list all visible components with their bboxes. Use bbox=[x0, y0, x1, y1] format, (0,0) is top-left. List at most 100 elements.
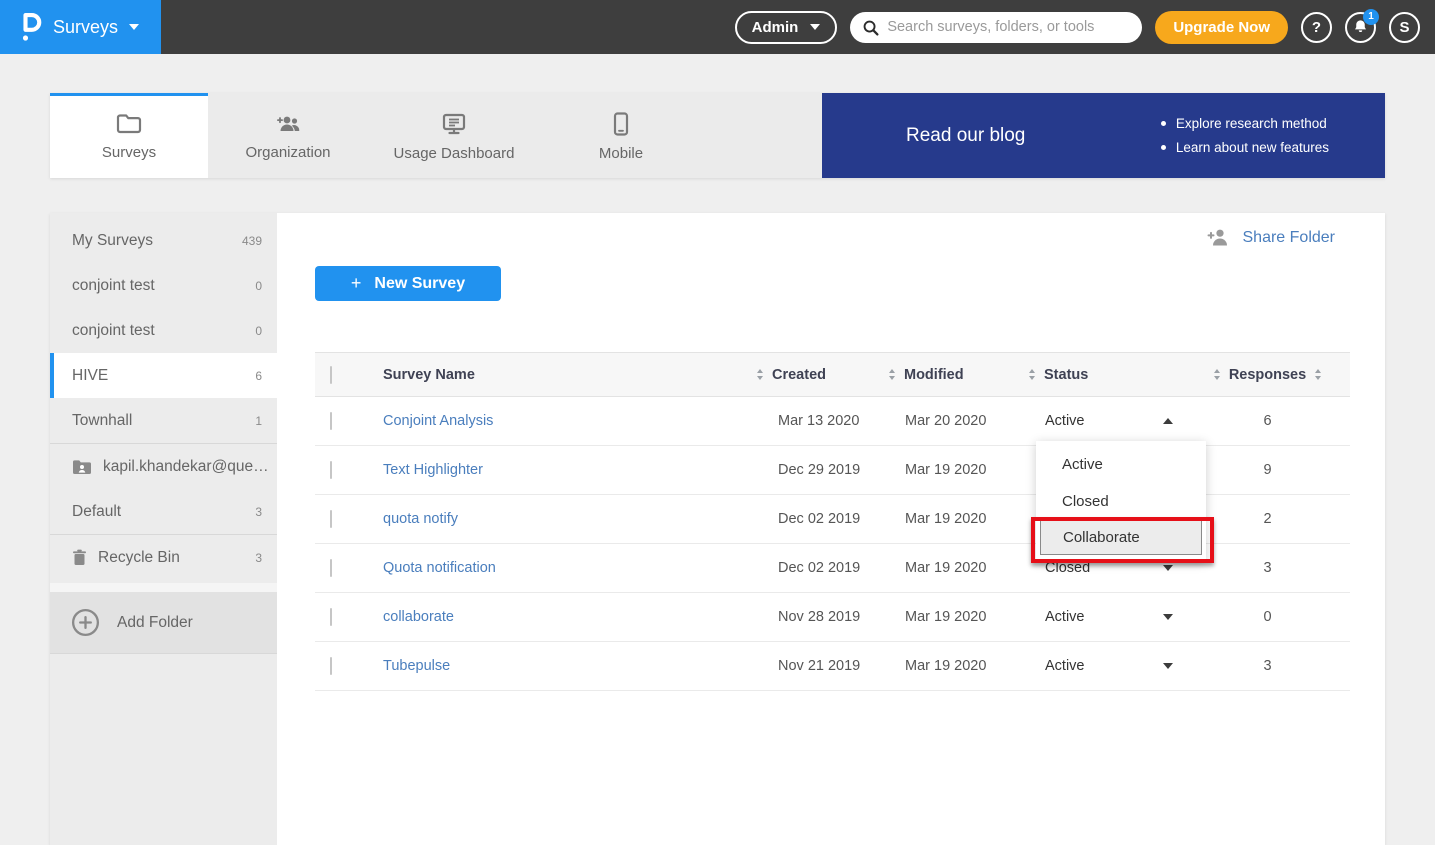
survey-name-link[interactable]: Text Highlighter bbox=[370, 462, 745, 478]
trash-icon bbox=[72, 549, 87, 566]
status-value: Active bbox=[1045, 609, 1085, 625]
sidebar-item-conjoint-test-1[interactable]: conjoint test 0 bbox=[50, 263, 277, 308]
survey-name-link[interactable]: Quota notification bbox=[370, 560, 745, 576]
banner-bullet: Learn about new features bbox=[1161, 136, 1329, 160]
status-dropdown-trigger[interactable]: Active bbox=[1017, 658, 1185, 674]
folder-icon bbox=[116, 113, 142, 135]
column-label: Created bbox=[772, 367, 826, 383]
tab-usage-dashboard[interactable]: Usage Dashboard bbox=[368, 93, 540, 178]
tab-surveys[interactable]: Surveys bbox=[50, 93, 208, 178]
column-label: Status bbox=[1044, 367, 1088, 383]
sort-icon[interactable] bbox=[1214, 369, 1220, 380]
folder-label: conjoint test bbox=[72, 277, 155, 295]
notification-badge: 1 bbox=[1363, 9, 1379, 25]
column-header-status[interactable]: Status bbox=[1017, 367, 1185, 383]
search-icon bbox=[862, 19, 879, 36]
admin-menu[interactable]: Admin bbox=[735, 11, 838, 44]
table-row: collaborate Nov 28 2019 Mar 19 2020 Acti… bbox=[315, 593, 1350, 642]
plus-icon: + bbox=[351, 273, 362, 294]
sidebar-item-default[interactable]: Default 3 bbox=[50, 489, 277, 534]
column-header-created[interactable]: Created bbox=[745, 367, 877, 383]
upgrade-now-button[interactable]: Upgrade Now bbox=[1155, 11, 1288, 44]
folder-count: 0 bbox=[255, 324, 262, 338]
blog-banner[interactable]: Read our blog Explore research method Le… bbox=[822, 93, 1385, 178]
status-dropdown-trigger[interactable]: Active bbox=[1017, 413, 1185, 429]
search-input[interactable] bbox=[887, 19, 1130, 35]
sidebar-item-shared-folder[interactable]: kapil.khandekar@que… bbox=[50, 444, 277, 489]
created-date: Dec 02 2019 bbox=[745, 560, 877, 576]
shared-folder-icon bbox=[72, 459, 92, 475]
survey-name-link[interactable]: collaborate bbox=[370, 609, 745, 625]
new-survey-button[interactable]: + New Survey bbox=[315, 266, 501, 301]
sidebar-item-townhall[interactable]: Townhall 1 bbox=[50, 398, 277, 443]
status-value: Active bbox=[1045, 413, 1085, 429]
sort-icon[interactable] bbox=[757, 369, 763, 380]
folder-label: Recycle Bin bbox=[98, 549, 180, 567]
mobile-icon bbox=[613, 112, 629, 136]
column-header-survey-name[interactable]: Survey Name bbox=[370, 367, 745, 383]
status-option-closed[interactable]: Closed bbox=[1036, 483, 1206, 520]
sidebar-item-hive[interactable]: HIVE 6 bbox=[50, 353, 277, 398]
folder-label: HIVE bbox=[72, 367, 108, 385]
status-option-collaborate[interactable]: Collaborate bbox=[1040, 520, 1202, 555]
app-menu[interactable]: Surveys bbox=[0, 0, 161, 54]
folder-label: kapil.khandekar@que… bbox=[103, 458, 269, 476]
app-menu-label: Surveys bbox=[53, 17, 118, 38]
responses-count: 3 bbox=[1185, 560, 1350, 576]
column-header-modified[interactable]: Modified bbox=[877, 367, 1017, 383]
add-folder-button[interactable]: Add Folder bbox=[50, 592, 277, 654]
row-checkbox[interactable] bbox=[330, 657, 332, 675]
row-checkbox[interactable] bbox=[330, 510, 332, 528]
table-row: Conjoint Analysis Mar 13 2020 Mar 20 202… bbox=[315, 397, 1350, 446]
notifications-button[interactable]: 1 bbox=[1345, 12, 1376, 43]
tab-label: Usage Dashboard bbox=[394, 145, 515, 162]
status-dropdown-trigger[interactable]: Active bbox=[1017, 609, 1185, 625]
add-folder-label: Add Folder bbox=[117, 614, 193, 632]
column-header-responses[interactable]: Responses bbox=[1185, 367, 1350, 383]
chevron-down-icon[interactable] bbox=[1163, 614, 1173, 620]
created-date: Mar 13 2020 bbox=[745, 413, 877, 429]
search-box bbox=[850, 12, 1142, 43]
sort-icon[interactable] bbox=[1029, 369, 1035, 380]
sidebar-item-my-surveys[interactable]: My Surveys 439 bbox=[50, 218, 277, 263]
sort-icon[interactable] bbox=[889, 369, 895, 380]
survey-name-link[interactable]: Conjoint Analysis bbox=[370, 413, 745, 429]
sidebar-item-conjoint-test-2[interactable]: conjoint test 0 bbox=[50, 308, 277, 353]
add-circle-icon bbox=[71, 608, 100, 637]
folder-label: conjoint test bbox=[72, 322, 155, 340]
chevron-down-icon[interactable] bbox=[1163, 663, 1173, 669]
tab-bar: Surveys Organization Usage Dashboard Mob… bbox=[50, 93, 1385, 178]
select-all-checkbox[interactable] bbox=[330, 366, 332, 384]
tab-mobile[interactable]: Mobile bbox=[540, 93, 702, 178]
chevron-down-icon[interactable] bbox=[1163, 565, 1173, 571]
add-group-icon bbox=[274, 113, 302, 135]
status-dropdown-trigger[interactable]: Closed bbox=[1017, 560, 1185, 576]
status-dropdown-menu: Active Closed Collaborate bbox=[1036, 441, 1206, 561]
row-checkbox[interactable] bbox=[330, 461, 332, 479]
folder-count: 3 bbox=[255, 505, 262, 519]
sidebar-item-recycle-bin[interactable]: Recycle Bin 3 bbox=[50, 535, 277, 580]
row-checkbox[interactable] bbox=[330, 412, 332, 430]
folder-label: Townhall bbox=[72, 412, 132, 430]
top-bar: Surveys Admin Upgrade Now ? 1 S bbox=[0, 0, 1435, 54]
modified-date: Mar 19 2020 bbox=[877, 560, 1017, 576]
banner-bullet: Explore research method bbox=[1161, 112, 1329, 136]
new-survey-label: New Survey bbox=[374, 275, 465, 293]
folder-sidebar: My Surveys 439 conjoint test 0 conjoint … bbox=[50, 213, 277, 845]
survey-name-link[interactable]: quota notify bbox=[370, 511, 745, 527]
share-folder-button[interactable]: Share Folder bbox=[1206, 228, 1336, 247]
tab-organization[interactable]: Organization bbox=[208, 93, 368, 178]
row-checkbox[interactable] bbox=[330, 608, 332, 626]
tab-label: Mobile bbox=[599, 145, 643, 162]
sort-icon[interactable] bbox=[1315, 369, 1321, 380]
row-checkbox[interactable] bbox=[330, 559, 332, 577]
responses-count: 3 bbox=[1185, 658, 1350, 674]
chevron-up-icon[interactable] bbox=[1163, 418, 1173, 424]
status-value: Closed bbox=[1045, 560, 1090, 576]
survey-name-link[interactable]: Tubepulse bbox=[370, 658, 745, 674]
status-option-active[interactable]: Active bbox=[1036, 446, 1206, 483]
help-button[interactable]: ? bbox=[1301, 12, 1332, 43]
created-date: Nov 28 2019 bbox=[745, 609, 877, 625]
avatar[interactable]: S bbox=[1389, 12, 1420, 43]
responses-count: 2 bbox=[1185, 511, 1350, 527]
